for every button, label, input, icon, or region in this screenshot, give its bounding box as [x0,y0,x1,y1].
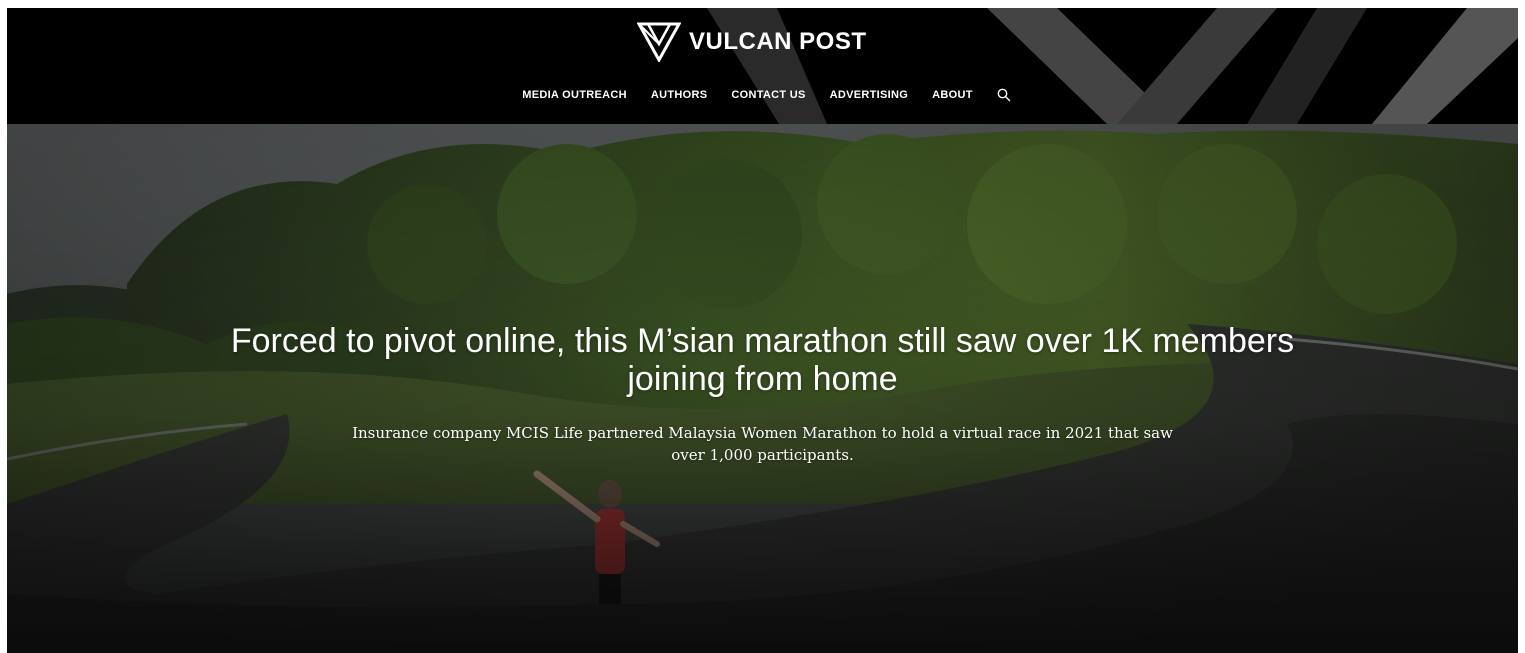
brand-name: VULCAN POST [689,28,867,55]
nav-item-authors[interactable]: AUTHORS [651,89,708,101]
page-frame: VULCAN POST MEDIA OUTREACH AUTHORS CONTA… [7,8,1518,653]
nav-item-advertising[interactable]: ADVERTISING [830,89,908,101]
main-nav: MEDIA OUTREACH AUTHORS CONTACT US ADVERT… [7,88,1518,102]
article-subtitle: Insurance company MCIS Life partnered Ma… [352,424,1173,464]
article-title[interactable]: Forced to pivot online, this M’sian mara… [207,322,1318,398]
hero-banner[interactable]: Forced to pivot online, this M’sian mara… [7,124,1518,653]
nav-item-contact-us[interactable]: CONTACT US [731,89,805,101]
nav-item-about[interactable]: ABOUT [932,89,973,101]
nav-item-media-outreach[interactable]: MEDIA OUTREACH [522,89,627,101]
site-logo[interactable]: VULCAN POST [637,22,867,62]
vulcan-v-logo-icon [637,22,681,62]
search-icon[interactable] [997,88,1011,102]
site-header: VULCAN POST MEDIA OUTREACH AUTHORS CONTA… [7,8,1518,124]
